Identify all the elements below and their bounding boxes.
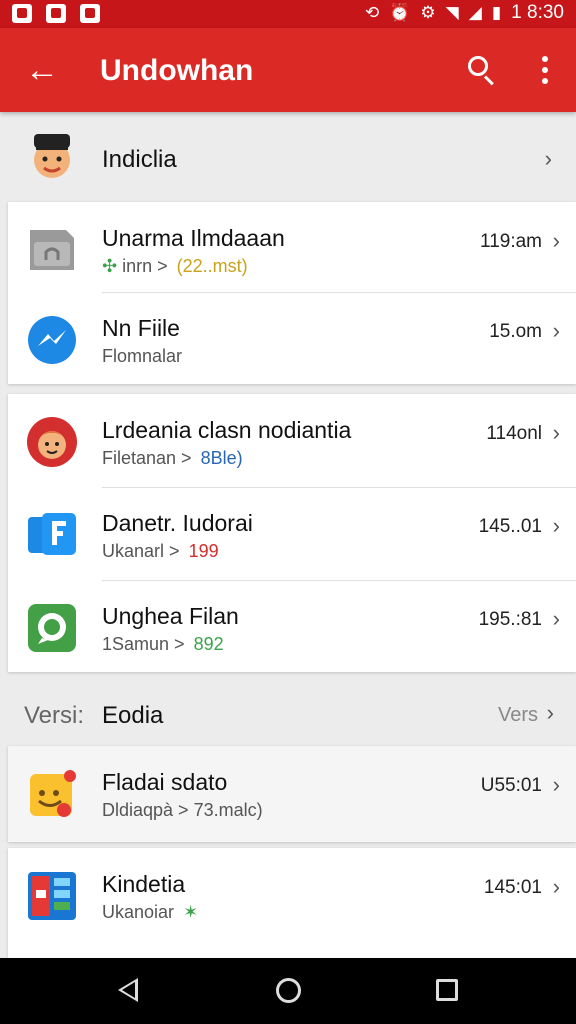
list-item-time: U55:01 <box>480 775 542 796</box>
list-item-subtitle: Ukanarl > 199 <box>102 539 219 563</box>
list-item-time: 15.om <box>489 321 542 342</box>
message-icon <box>80 4 100 23</box>
settings-icon: ⚙ <box>420 3 436 22</box>
list-item[interactable]: Unarma Ilmdaaan ✣ inrn > (22..mst) 119:a… <box>8 202 576 297</box>
app-bar: ← Undowhan <box>0 28 576 112</box>
chevron-right-icon: › <box>552 318 560 343</box>
alarm-icon: ⏰ <box>389 3 411 22</box>
status-notifications <box>12 4 100 23</box>
back-arrow-icon[interactable]: ← <box>22 50 62 90</box>
section-header[interactable]: Versi: Eodia Vers › <box>0 680 576 750</box>
emoji-icon <box>30 770 76 817</box>
list-item[interactable]: Fladai sdato Dldiaqpà > 73.malc) U55:01 … <box>8 746 576 841</box>
list-item-title: Lrdeania clasn nodiantia <box>102 417 352 443</box>
list-item[interactable]: Nn Fiile Flomnalar 15.om › <box>8 292 576 387</box>
section-right-label: Vers <box>497 704 538 726</box>
list-item-subtitle: Flomnalar <box>102 346 183 366</box>
chevron-right-icon: › <box>544 146 552 171</box>
signal-icon: ◢ <box>468 3 482 22</box>
list-item-subtitle: Dldiaqpà > 73.malc) <box>102 800 263 820</box>
chevron-right-icon: › <box>546 700 554 725</box>
list-item[interactable]: Unghea Filan 1Samun > 892 195.:81 › <box>8 580 576 675</box>
list-item-sub: inrn > <box>122 256 168 276</box>
list-card: Lrdeania clasn nodiantia Filetanan > 8Bl… <box>8 394 576 672</box>
list-item-subtitle: 1Samun > 892 <box>102 632 224 656</box>
wifi-icon: ◥ <box>445 3 459 22</box>
list-item-time: 114onl <box>486 423 542 444</box>
nav-back-icon[interactable] <box>118 978 138 1002</box>
list-item-time: 195.:81 <box>478 609 542 630</box>
more-vert-icon[interactable] <box>530 50 560 90</box>
list-item-accent: ✶ <box>183 902 199 922</box>
battery-icon: ▮ <box>491 3 502 22</box>
list-item-accent: (22..mst) <box>176 256 248 276</box>
avatar-icon <box>27 417 77 467</box>
chevron-right-icon: › <box>552 513 560 538</box>
list-item-sub: Ukanoiar <box>102 902 175 922</box>
messenger-icon <box>28 316 76 364</box>
list-item-title: Unghea Filan <box>102 603 239 629</box>
status-indicators: ⟲ ⏰ ⚙ ◥ ◢ ▮ 1 8:30 <box>365 2 564 24</box>
list-item-subtitle: ✣ inrn > (22..mst) <box>102 254 248 278</box>
list-item-time: 145..01 <box>478 516 542 537</box>
list-item[interactable]: Danetr. Iudorai Ukanarl > 199 145..01 › <box>8 487 576 582</box>
gmail-icon <box>46 4 66 23</box>
list-item[interactable]: Lrdeania clasn nodiantia Filetanan > 8Bl… <box>8 394 576 489</box>
chevron-right-icon: › <box>552 228 560 253</box>
grid-app-icon <box>28 872 76 920</box>
avatar-icon <box>34 134 70 178</box>
list-item-accent: 199 <box>188 541 219 561</box>
list-item-title: Fladai sdato <box>102 769 228 795</box>
file-icon <box>30 230 74 270</box>
header-item-title: Indiclia <box>102 146 177 173</box>
list-item-subtitle: Filetanan > 8Ble) <box>102 446 243 470</box>
header-item[interactable]: Indiclia › <box>0 116 576 202</box>
list-item-subtitle: Ukanoiar ✶ <box>102 900 198 924</box>
status-bar: ⟲ ⏰ ⚙ ◥ ◢ ▮ 1 8:30 <box>0 0 576 28</box>
search-icon[interactable] <box>462 50 502 90</box>
list-item-accent: 892 <box>193 634 224 654</box>
list-item-title: Kindetia <box>102 871 186 897</box>
chevron-right-icon: › <box>552 772 560 797</box>
chat-icon <box>28 604 76 652</box>
list-item-accent: 8Ble) <box>200 448 243 468</box>
list-card: Fladai sdato Dldiaqpà > 73.malc) U55:01 … <box>8 746 576 842</box>
nav-home-icon[interactable] <box>276 978 301 1003</box>
notification-icon <box>12 4 32 23</box>
section-label: Versi: <box>24 702 85 729</box>
list-item-time: 145:01 <box>483 877 542 898</box>
system-nav-bar <box>0 958 576 1024</box>
list-item-sub: Filetanan > <box>102 448 192 468</box>
sync-icon: ⟲ <box>364 3 380 22</box>
status-time: 1 8:30 <box>511 2 564 23</box>
list-item-sub: 1Samun > <box>102 634 185 654</box>
chevron-right-icon: › <box>552 420 560 445</box>
list-card: Unarma Ilmdaaan ✣ inrn > (22..mst) 119:a… <box>8 202 576 384</box>
section-title: Eodia <box>102 702 164 729</box>
list-item-prefix: ✣ <box>102 256 118 276</box>
list-item-title: Unarma Ilmdaaan <box>102 225 285 251</box>
chevron-right-icon: › <box>552 606 560 631</box>
list-card: Kindetia Ukanoiar ✶ 145:01 › <box>8 848 576 958</box>
list-item-title: Nn Fiile <box>102 315 180 341</box>
list-item-sub: Ukanarl > <box>102 541 180 561</box>
list-item-title: Danetr. Iudorai <box>102 510 253 536</box>
nav-recents-icon[interactable] <box>436 979 458 1001</box>
page-title: Undowhan <box>100 54 254 87</box>
list-item[interactable]: Kindetia Ukanoiar ✶ 145:01 › <box>8 848 576 943</box>
list-item-time: 119:am <box>480 231 542 252</box>
chevron-right-icon: › <box>552 874 560 899</box>
files-app-icon <box>28 513 76 555</box>
